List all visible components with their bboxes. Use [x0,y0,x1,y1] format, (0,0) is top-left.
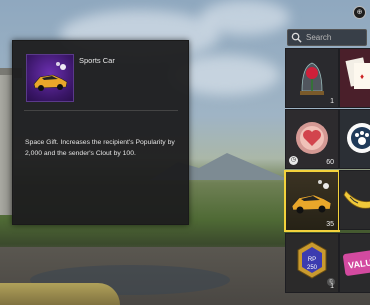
banana-item-icon [340,171,370,229]
inventory-slot-sports-car[interactable]: 35 [284,170,340,232]
paw-emblem-icon [340,110,370,168]
sports-car-icon [33,62,68,91]
item-description: Space Gift. Increases the recipient's Po… [25,139,175,157]
item-count: 1 [330,98,334,105]
svg-text:♦: ♦ [360,72,364,81]
inventory-slot-rose[interactable]: 1 [285,48,339,108]
inventory-slot-value-pack[interactable]: VALU [339,233,370,293]
inventory-slot-paw[interactable] [339,109,370,169]
inventory-slot-banana[interactable] [339,170,370,230]
svg-text:RP: RP [308,257,316,263]
search-placeholder: Search [306,33,332,42]
item-count: 35 [326,221,334,228]
playing-cards-icon: ♦ [340,49,370,107]
item-count: 1 [330,283,334,290]
inventory-slot-cards[interactable]: ♦ [339,48,370,108]
currency-icon[interactable]: ⊕ [353,6,366,19]
coin-text: 250 [307,265,318,271]
item-count: 60 [326,159,334,166]
item-thumbnail [26,54,74,102]
clock-icon: ◷ [289,156,298,165]
search-icon [291,32,302,43]
item-tooltip: Sports Car Space Gift. Increases the rec… [12,40,189,225]
divider [24,110,178,111]
inventory-slot-heart[interactable]: ◷ 60 [285,109,339,169]
item-title: Sports Car [79,56,115,65]
inventory-slot-rp-coin[interactable]: RP 250 © 1 [285,233,339,293]
value-pack-icon: VALU [340,234,370,292]
search-input[interactable]: Search [287,29,367,46]
